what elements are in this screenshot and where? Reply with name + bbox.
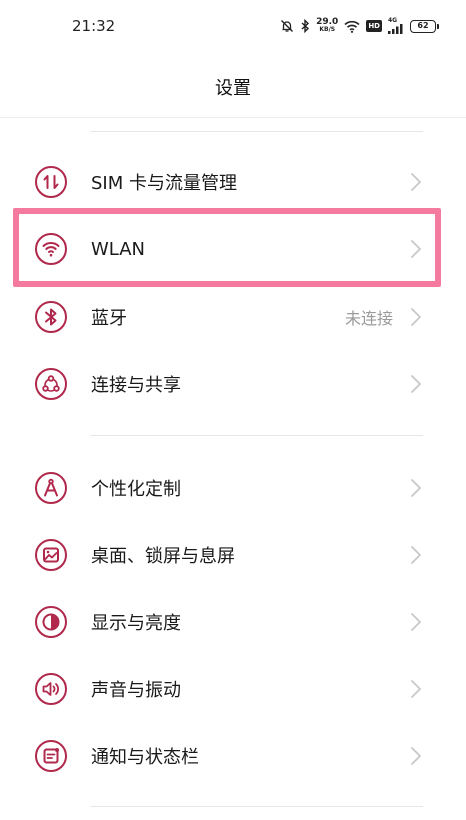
notification-icon <box>34 739 68 773</box>
personalization-icon <box>34 471 68 505</box>
group-divider <box>90 435 423 436</box>
group-divider-bottom <box>90 806 423 807</box>
status-icons: 29.0 KB/S HD 4G 62 <box>280 15 439 37</box>
display-brightness-icon <box>34 605 68 639</box>
network-speed-value: 29.0 <box>316 17 339 27</box>
settings-item-personalization[interactable]: 个性化定制 <box>0 455 466 521</box>
wifi-status-icon <box>344 20 360 33</box>
chevron-right-icon <box>410 612 422 632</box>
settings-item-connection-share[interactable]: 连接与共享 <box>0 351 466 417</box>
settings-item-sim-data[interactable]: SIM 卡与流量管理 <box>0 149 466 215</box>
settings-item-wallpaper-lockscreen[interactable]: 桌面、锁屏与息屏 <box>0 522 466 588</box>
settings-item-label: 通知与状态栏 <box>91 747 199 768</box>
settings-item-label: SIM 卡与流量管理 <box>91 173 237 194</box>
settings-item-label: 连接与共享 <box>91 375 181 396</box>
wallpaper-icon <box>34 538 68 572</box>
network-speed-unit: KB/S <box>319 26 336 33</box>
settings-item-label: 声音与振动 <box>91 680 181 701</box>
settings-item-label: WLAN <box>91 238 146 260</box>
chevron-right-icon <box>410 172 422 192</box>
mute-bell-icon <box>280 19 294 33</box>
hd-voice-badge: HD <box>366 20 382 32</box>
bluetooth-status-icon <box>300 19 310 33</box>
bluetooth-status-value: 未连接 <box>344 309 393 328</box>
chevron-right-icon <box>410 478 422 498</box>
settings-item-display-brightness[interactable]: 显示与亮度 <box>0 589 466 655</box>
status-bar: 21:32 29.0 KB/S HD 4G 62 <box>0 0 466 52</box>
battery-indicator: 62 <box>410 19 439 33</box>
sim-data-icon <box>34 165 68 199</box>
chevron-right-icon <box>410 307 422 327</box>
connection-share-icon <box>34 367 68 401</box>
settings-item-label: 桌面、锁屏与息屏 <box>91 546 235 567</box>
title-divider <box>0 117 466 118</box>
chevron-right-icon <box>410 746 422 766</box>
settings-item-wlan[interactable]: WLAN <box>0 216 466 282</box>
settings-item-sound-vibration[interactable]: 声音与振动 <box>0 656 466 722</box>
settings-item-label: 蓝牙 <box>91 308 127 329</box>
bluetooth-icon <box>34 300 68 334</box>
page-title: 设置 <box>215 78 251 99</box>
cellular-signal-icon: 4G <box>388 18 404 34</box>
settings-item-label: 显示与亮度 <box>91 613 181 634</box>
group-divider-top <box>90 131 423 132</box>
network-speed: 29.0 KB/S <box>316 18 338 34</box>
status-time: 21:32 <box>72 17 116 35</box>
settings-item-notification-statusbar[interactable]: 通知与状态栏 <box>0 723 466 789</box>
chevron-right-icon <box>410 545 422 565</box>
settings-item-label: 个性化定制 <box>91 479 181 500</box>
chevron-right-icon <box>410 239 422 259</box>
chevron-right-icon <box>410 374 422 394</box>
wifi-icon <box>34 232 68 266</box>
chevron-right-icon <box>410 679 422 699</box>
sound-icon <box>34 672 68 706</box>
settings-item-bluetooth[interactable]: 蓝牙 未连接 <box>0 284 466 350</box>
